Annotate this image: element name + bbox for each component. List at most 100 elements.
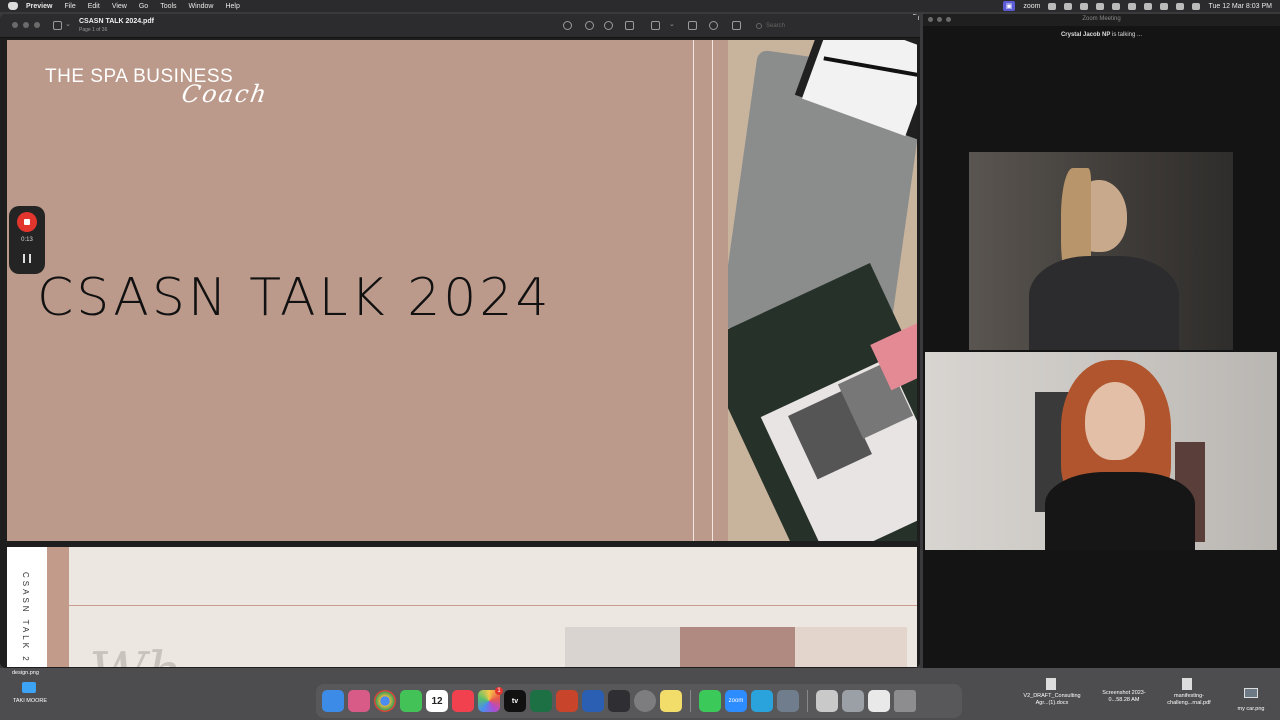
slide-page-1[interactable]: THE SPA BUSINESS Coach CSASN TALK 2024 (7, 40, 917, 541)
slide-accent-bar (47, 547, 69, 667)
menu-view[interactable]: View (112, 3, 127, 10)
zoom-meeting-window: Zoom Meeting Crystal Jacob NP is talking… (923, 14, 1280, 682)
gear-icon[interactable] (1064, 2, 1073, 10)
chrome-icon[interactable] (374, 690, 396, 712)
desktop-file-my-car[interactable]: my car.png (1226, 706, 1276, 713)
desktop-file-manifesting-pdf[interactable]: manifesting-challeng...rnal.pdf (1158, 693, 1220, 707)
slide-side-text: CSASN TALK 2 (21, 572, 30, 664)
slide-rule-line (69, 605, 917, 606)
bluetooth-icon[interactable] (1096, 2, 1105, 10)
document-icon[interactable] (1046, 678, 1056, 690)
menu-help[interactable]: Help (225, 3, 239, 10)
zoom-menu-label[interactable]: zoom (1023, 3, 1040, 10)
active-speaker-label: Crystal Jacob NP is talking ... (923, 32, 1280, 38)
search-field[interactable]: Search (752, 20, 912, 32)
pdf-icon[interactable] (1182, 678, 1192, 690)
slide-desk-photo (728, 40, 917, 541)
finder-icon[interactable] (322, 690, 344, 712)
zoom-window-title: Zoom Meeting (1082, 16, 1121, 22)
apple-menu-icon[interactable] (8, 2, 18, 10)
preview-app-icon[interactable] (777, 690, 799, 712)
sidebar-toggle-icon[interactable] (53, 21, 62, 30)
zoom-status-icon[interactable]: ▣ (1002, 1, 1016, 11)
shield-icon[interactable] (1080, 2, 1089, 10)
photos-badge: 1 (495, 687, 503, 695)
info-icon[interactable] (563, 21, 572, 30)
facetime-icon[interactable] (400, 690, 422, 712)
menu-go[interactable]: Go (139, 3, 148, 10)
desktop-file-consulting-docx[interactable]: V2_DRAFT_Consulting Agr...(1).docx (1022, 693, 1082, 707)
window-thumbnail-icon[interactable] (868, 690, 890, 712)
trash-icon[interactable] (894, 690, 916, 712)
dock: 12 1 tv zoom (316, 684, 962, 718)
user-icon[interactable] (1144, 2, 1153, 10)
menu-tools[interactable]: Tools (160, 3, 176, 10)
launchpad-icon[interactable] (348, 690, 370, 712)
notes-icon[interactable] (660, 690, 682, 712)
resize-handle-icon[interactable] (913, 14, 919, 20)
image-icon[interactable] (1244, 688, 1258, 698)
wifi-icon[interactable] (1128, 2, 1137, 10)
system-settings-icon[interactable] (634, 690, 656, 712)
stack-documents-icon[interactable] (816, 690, 838, 712)
dock-separator (690, 690, 691, 712)
form-fill-icon[interactable] (732, 21, 741, 30)
apple-tv-icon[interactable]: tv (504, 690, 526, 712)
battery-icon[interactable] (1112, 2, 1121, 10)
markup-pen-icon[interactable] (651, 21, 660, 30)
participant-video-1[interactable] (969, 152, 1233, 350)
document-page-count: Page 1 of 36 (79, 27, 108, 33)
telegram-icon[interactable] (751, 690, 773, 712)
powerpoint-icon[interactable] (556, 690, 578, 712)
photos-icon[interactable]: 1 (478, 687, 503, 712)
speaker-status: is talking ... (1110, 32, 1143, 38)
slide-title: CSASN TALK 2024 (37, 268, 552, 328)
calendar-icon[interactable]: 12 (426, 690, 448, 712)
desktop-file-design[interactable]: design.png (12, 670, 52, 677)
window-minimize-button[interactable] (23, 22, 29, 28)
desktop-folder-taki-moore[interactable]: TAKI MOORE (6, 698, 54, 705)
slide-side-panel: CSASN TALK 2 (7, 547, 47, 667)
excel-icon[interactable] (530, 690, 552, 712)
slide-page-2[interactable]: CSASN TALK 2 Wh (7, 547, 917, 667)
markup-toolbar-icon[interactable] (709, 21, 718, 30)
apple-tv-label: tv (511, 697, 519, 705)
record-timer: 0:13 (21, 237, 33, 243)
share-icon[interactable] (625, 21, 634, 30)
window-close-button[interactable] (12, 22, 18, 28)
sidebar-chevron-icon[interactable]: ⌄ (65, 20, 71, 28)
screen-recorder-widget: 0:13 (9, 206, 45, 274)
word-icon[interactable] (582, 690, 604, 712)
desktop-file-screenshot[interactable]: Screenshot 2023-0...58.28 AM (1094, 690, 1154, 704)
brand-logo-script: Coach (179, 80, 271, 108)
menu-edit[interactable]: Edit (88, 3, 100, 10)
preview-toolbar: ⌄ CSASN TALK 2024.pdf Page 1 of 36 ⌄ Sea… (0, 14, 920, 38)
menu-clock[interactable]: Tue 12 Mar 8:03 PM (1208, 3, 1272, 10)
slide-divider-line (712, 40, 713, 541)
menu-app-preview[interactable]: Preview (26, 3, 52, 10)
music-icon[interactable] (452, 690, 474, 712)
menu-window[interactable]: Window (189, 3, 214, 10)
folder-icon[interactable] (22, 682, 36, 693)
pause-icon[interactable] (23, 254, 31, 263)
siri-icon[interactable] (1192, 2, 1201, 10)
slide-photo (795, 627, 907, 667)
rotate-icon[interactable] (688, 21, 697, 30)
dock-separator (807, 690, 808, 712)
zoom-out-icon[interactable] (585, 21, 594, 30)
messages-icon[interactable] (699, 690, 721, 712)
creative-cloud-icon[interactable] (1048, 2, 1057, 10)
menu-file[interactable]: File (64, 3, 75, 10)
stop-record-button[interactable] (17, 212, 37, 232)
zoom-app-icon[interactable]: zoom (725, 690, 747, 712)
zoom-in-icon[interactable] (604, 21, 613, 30)
final-cut-icon[interactable] (608, 690, 630, 712)
search-icon[interactable] (1160, 2, 1169, 10)
participant-hoodie (1029, 256, 1179, 350)
participant-face (1085, 382, 1145, 460)
markup-chevron-icon[interactable]: ⌄ (669, 20, 675, 28)
control-center-icon[interactable] (1176, 2, 1185, 10)
participant-video-2[interactable] (925, 352, 1277, 550)
stack-downloads-icon[interactable] (842, 690, 864, 712)
window-zoom-button[interactable] (34, 22, 40, 28)
